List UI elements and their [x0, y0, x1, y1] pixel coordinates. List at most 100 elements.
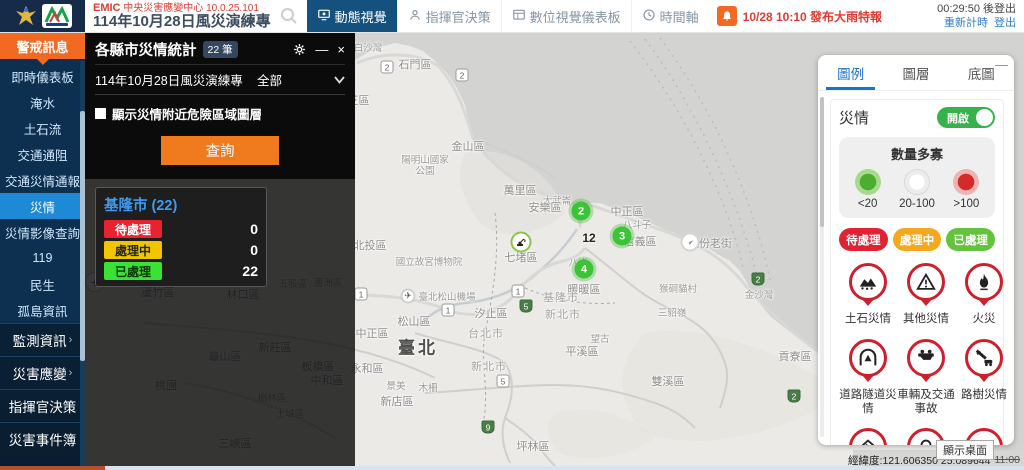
- logout-link[interactable]: 登出: [994, 17, 1016, 29]
- legend-tab-圖例[interactable]: 圖例: [818, 55, 883, 90]
- stats-panel-title: 各縣市災情統計: [95, 39, 197, 60]
- status-row-已處理: 已處理 22: [104, 262, 258, 280]
- legend-tabs: 圖例圖層底圖: [818, 55, 1014, 91]
- query-button[interactable]: 查詢: [161, 136, 279, 165]
- route-shield-2: 2: [788, 390, 801, 403]
- sidebar-item-災情[interactable]: 災情: [0, 193, 85, 219]
- nav-tab-數位視覺儀表板[interactable]: 數位視覺儀表板: [501, 0, 631, 32]
- disaster-toggle[interactable]: 開啟: [937, 107, 995, 128]
- legend-scrollbar[interactable]: [820, 97, 824, 437]
- alert-ticker[interactable]: 10/28 10:10 發布大雨特報: [709, 0, 890, 32]
- disaster-cluster-marker-2[interactable]: 2: [572, 202, 591, 221]
- legend-scrollbar-thumb[interactable]: [820, 97, 824, 227]
- route-shield-1: 1: [355, 288, 368, 301]
- timeline-icon: [642, 8, 656, 25]
- sidebar-scrollbar[interactable]: [80, 61, 85, 470]
- legend-icon-label: 其他災情: [903, 313, 949, 327]
- status-pill-label: 已處理: [104, 262, 162, 280]
- chevron-right-icon: ›: [69, 334, 73, 346]
- show-desktop-button[interactable]: 顯示桌面: [936, 440, 994, 460]
- legend-minimize-icon[interactable]: —: [995, 57, 1008, 72]
- legend-section-title: 災情: [839, 107, 869, 128]
- event-select[interactable]: 114年10月28日風災演練專 全部: [95, 65, 345, 95]
- event-select-value: 114年10月28日風災演練專: [95, 70, 245, 89]
- toggle-knob: [976, 109, 993, 126]
- sidebar-item-土石流[interactable]: 土石流: [0, 115, 85, 141]
- status-row-處理中: 處理中0: [104, 241, 258, 259]
- status-pill-label: 待處理: [104, 220, 162, 238]
- route-shield-9: 9: [482, 421, 495, 434]
- sidebar-item-監測資訊[interactable]: 監測資訊›: [0, 323, 85, 356]
- nav-tab-label: 時間軸: [660, 7, 699, 26]
- legend-pill-已處理: 已處理: [946, 228, 995, 251]
- dynamic-view-icon: [317, 8, 331, 25]
- legend-panel: 圖例圖層底圖 — 災情 開啟 數量多寡 <2020-100>100 待處理處理中…: [818, 55, 1014, 445]
- chevron-right-icon: ›: [69, 367, 73, 379]
- legend-icon-label: 路樹災情: [961, 389, 1007, 403]
- sidebar-item-119[interactable]: 119: [0, 245, 85, 271]
- excavator-icon[interactable]: [511, 232, 532, 253]
- car-accident-icon: [907, 339, 945, 388]
- sidebar-item-label: 災害事件簿: [9, 429, 77, 449]
- direction-icon[interactable]: [681, 233, 700, 252]
- logout-countdown: 00:29:50 後登出: [937, 2, 1016, 16]
- danger-layer-checkbox[interactable]: 顯示災情附近危險區域圖層: [95, 104, 345, 123]
- sidebar-sub-menu: 即時儀表板淹水土石流交通通阻交通災情通報災情災情影像查詢119民生孤島資訊: [0, 59, 85, 323]
- nav-tab-時間軸[interactable]: 時間軸: [631, 0, 709, 32]
- legend-tab-圖層[interactable]: 圖層: [883, 55, 948, 90]
- quantity-dot-red: [953, 169, 979, 195]
- clock-readout: 11:00: [995, 454, 1021, 466]
- city-stats-card[interactable]: 基隆市 (22) 待處理0處理中0已處理22: [95, 187, 267, 287]
- minimize-icon[interactable]: —: [315, 43, 328, 56]
- event-title: 114年10月28日風災演練專: [93, 14, 271, 31]
- sidebar-item-label: 指揮官決策: [9, 396, 77, 416]
- airplane-icon[interactable]: ✈: [401, 289, 416, 304]
- sidebar-item-淹水[interactable]: 淹水: [0, 89, 85, 115]
- bottom-edge-strip: [0, 466, 1024, 470]
- status-pills: 待處理處理中已處理: [839, 228, 995, 251]
- sidebar-item-災害事件簿[interactable]: 災害事件簿: [0, 422, 85, 455]
- route-shield-2: 2: [381, 61, 394, 74]
- top-header: EMIC 中央災害應變中心 10.0.25.101 114年10月28日風災演練…: [0, 0, 1024, 33]
- status-count: 22: [242, 263, 258, 279]
- sidebar-item-災害應變[interactable]: 災害應變›: [0, 356, 85, 389]
- nav-tab-動態視覺[interactable]: 動態視覺: [307, 0, 397, 32]
- disaster-cluster-marker-3[interactable]: 3: [613, 227, 632, 246]
- chevron-down-icon: [334, 76, 345, 84]
- gear-icon[interactable]: [293, 43, 306, 56]
- city-name-count: 基隆市 (22): [104, 194, 258, 215]
- search-icon[interactable]: [279, 6, 299, 26]
- sidebar-item-民生[interactable]: 民生: [0, 271, 85, 297]
- sidebar-item-交通災情通報[interactable]: 交通災情通報: [0, 167, 85, 193]
- sidebar-item-交通通阻[interactable]: 交通通阻: [0, 141, 85, 167]
- reset-timer-link[interactable]: 重新計時: [944, 17, 988, 29]
- dashboard-icon: [512, 8, 526, 25]
- disaster-icon-legend: 土石災情其他災情火災道路隧道災情車輛及交通事故路樹災情: [839, 263, 995, 445]
- main-nav-tabs: 動態視覺 指揮官決策數位視覺儀表板 時間軸: [307, 0, 709, 32]
- close-icon[interactable]: ×: [337, 43, 345, 56]
- warning-icon: [907, 263, 945, 312]
- legend-icon-item: [839, 428, 897, 445]
- quantity-legend: 數量多寡 <2020-100>100: [839, 137, 995, 218]
- app-title-block: EMIC 中央災害應變中心 10.0.25.101 114年10月28日風災演練…: [85, 0, 277, 32]
- sidebar-alert-header[interactable]: 警戒訊息: [0, 33, 85, 59]
- sidebar-item-指揮官決策[interactable]: 指揮官決策: [0, 389, 85, 422]
- legend-icon-label: 車輛及交通事故: [897, 389, 955, 417]
- quantity-item: <20: [843, 169, 892, 210]
- disaster-count-label[interactable]: 12: [582, 231, 595, 245]
- legend-pill-處理中: 處理中: [893, 228, 942, 251]
- disaster-cluster-marker-4[interactable]: 4: [575, 260, 594, 279]
- legend-icon-label: 火災: [973, 313, 996, 327]
- nav-tab-指揮官決策[interactable]: 指揮官決策: [397, 0, 501, 32]
- legend-icon-item: 道路隧道災情: [839, 339, 897, 417]
- ncdr-logo-icon: [42, 4, 72, 28]
- route-shield-2: 2: [752, 273, 765, 286]
- route-shield-5: 5: [497, 375, 510, 388]
- sidebar-item-災情影像查詢[interactable]: 災情影像查詢: [0, 219, 85, 245]
- nav-tab-label: 指揮官決策: [426, 7, 491, 26]
- sidebar-scrollbar-thumb[interactable]: [80, 111, 85, 361]
- checkbox-label: 顯示災情附近危險區域圖層: [112, 104, 262, 123]
- alert-message: 10/28 10:10 發布大雨特報: [743, 8, 882, 25]
- sidebar-item-即時儀表板[interactable]: 即時儀表板: [0, 63, 85, 89]
- sidebar-item-孤島資訊[interactable]: 孤島資訊: [0, 297, 85, 323]
